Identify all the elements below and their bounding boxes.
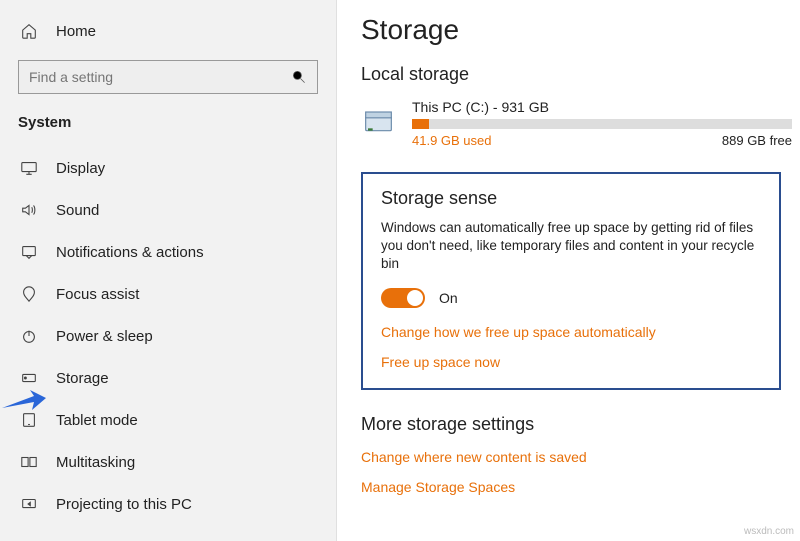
disk-free: 889 GB free: [722, 133, 792, 148]
sidebar-item-label: Display: [56, 160, 105, 177]
local-storage-heading: Local storage: [361, 64, 792, 85]
sidebar-item-label: Multitasking: [56, 454, 135, 471]
search-input[interactable]: [18, 60, 318, 94]
sidebar-item-display[interactable]: Display: [0, 147, 336, 189]
disk-name: This PC (C:) - 931 GB: [412, 99, 792, 115]
disk-row[interactable]: This PC (C:) - 931 GB 41.9 GB used 889 G…: [361, 99, 792, 148]
storage-icon: [18, 367, 40, 389]
storage-sense-toggle[interactable]: [381, 288, 425, 308]
sidebar-item-power-sleep[interactable]: Power & sleep: [0, 315, 336, 357]
sidebar-item-label: Focus assist: [56, 286, 139, 303]
toggle-label: On: [439, 290, 458, 306]
focus-assist-icon: [18, 283, 40, 305]
power-icon: [18, 325, 40, 347]
projecting-icon: [18, 493, 40, 515]
main-content: Storage Local storage This PC (C:) - 931…: [337, 0, 800, 541]
storage-sense-box: Storage sense Windows can automatically …: [361, 172, 781, 390]
watermark: wsxdn.com: [744, 526, 794, 537]
tablet-icon: [18, 409, 40, 431]
disk-usage-fill: [412, 119, 429, 129]
sidebar-item-multitasking[interactable]: Multitasking: [0, 441, 336, 483]
sidebar-section-label: System: [0, 108, 336, 141]
page-title: Storage: [361, 14, 792, 46]
search-field[interactable]: [29, 69, 291, 85]
link-free-up-now[interactable]: Free up space now: [381, 354, 761, 370]
link-change-free-up[interactable]: Change how we free up space automaticall…: [381, 324, 761, 340]
sidebar-item-label: Sound: [56, 202, 99, 219]
more-storage-settings: More storage settings Change where new c…: [361, 414, 792, 495]
disk-used: 41.9 GB used: [412, 133, 492, 148]
link-change-content-save[interactable]: Change where new content is saved: [361, 449, 792, 465]
sidebar-item-notifications[interactable]: Notifications & actions: [0, 231, 336, 273]
sidebar-item-label: Tablet mode: [56, 412, 138, 429]
storage-sense-description: Windows can automatically free up space …: [381, 219, 761, 274]
sidebar-item-label: Power & sleep: [56, 328, 153, 345]
sidebar-item-sound[interactable]: Sound: [0, 189, 336, 231]
more-settings-heading: More storage settings: [361, 414, 792, 435]
home-icon: [18, 20, 40, 42]
storage-sense-heading: Storage sense: [381, 188, 761, 209]
multitasking-icon: [18, 451, 40, 473]
disk-icon: [361, 105, 396, 143]
sidebar-item-storage[interactable]: Storage: [0, 357, 336, 399]
link-manage-storage-spaces[interactable]: Manage Storage Spaces: [361, 479, 792, 495]
sidebar-item-label: Projecting to this PC: [56, 496, 192, 513]
sidebar-item-label: Notifications & actions: [56, 244, 204, 261]
sidebar-item-tablet-mode[interactable]: Tablet mode: [0, 399, 336, 441]
display-icon: [18, 157, 40, 179]
sidebar-item-projecting[interactable]: Projecting to this PC: [0, 483, 336, 525]
search-icon: [291, 69, 307, 85]
disk-usage-bar: [412, 119, 792, 129]
sidebar-item-focus-assist[interactable]: Focus assist: [0, 273, 336, 315]
sidebar: Home System Display Sound: [0, 0, 337, 541]
notifications-icon: [18, 241, 40, 263]
sidebar-item-label: Storage: [56, 370, 109, 387]
sound-icon: [18, 199, 40, 221]
sidebar-item-label: Home: [56, 23, 96, 40]
sidebar-item-home[interactable]: Home: [0, 10, 336, 52]
